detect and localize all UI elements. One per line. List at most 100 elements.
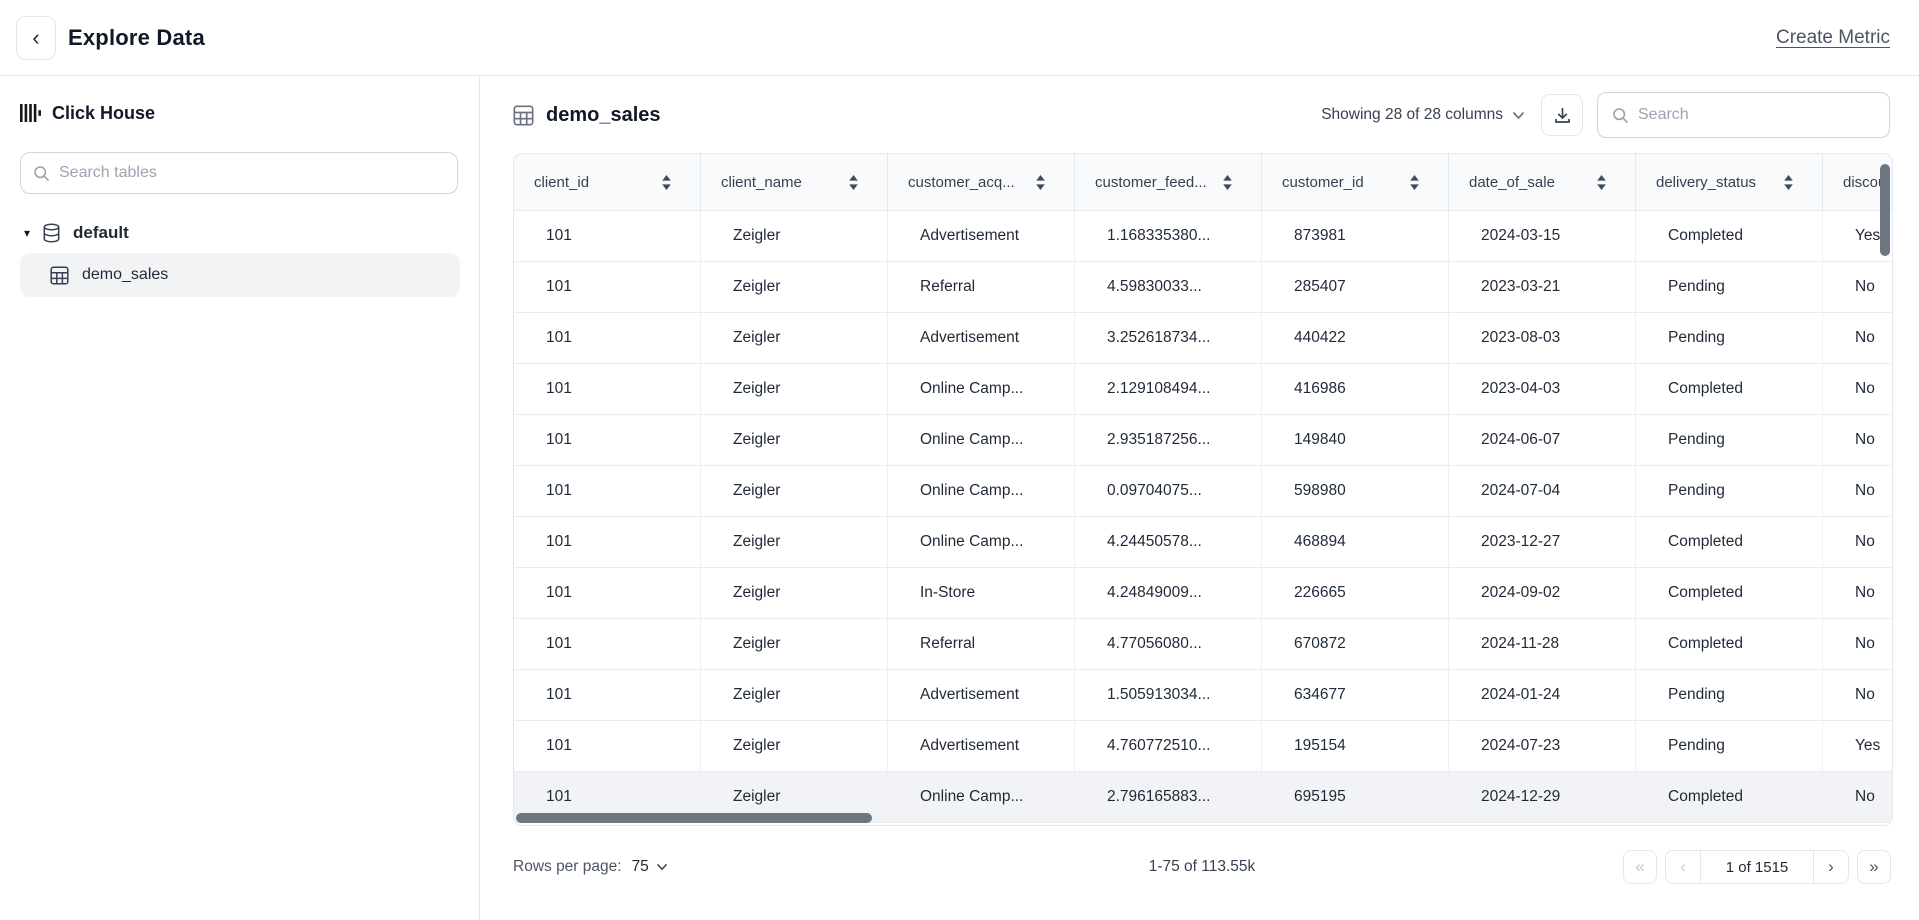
sort-icon <box>848 175 859 190</box>
table-cell: Online Camp... <box>888 772 1075 822</box>
column-header[interactable]: date_of_sale <box>1449 154 1636 210</box>
table-cell: Completed <box>1636 772 1823 822</box>
table-controls: Showing 28 of 28 columns <box>1319 90 1890 140</box>
column-header-label: date_of_sale <box>1469 174 1555 191</box>
sidebar: Click House ▾ default demo_sales <box>0 77 480 920</box>
table-cell: Pending <box>1636 262 1823 312</box>
column-header[interactable]: customer_id <box>1262 154 1449 210</box>
table-cell: No <box>1823 670 1893 720</box>
table-row[interactable]: 101ZeiglerOnline Camp...2.129108494...41… <box>514 364 1892 415</box>
table-cell: Pending <box>1636 466 1823 516</box>
sort-icon <box>1222 175 1233 190</box>
table-cell: 4.24849009... <box>1075 568 1262 618</box>
table-cell: 101 <box>514 211 701 261</box>
table-cell: Pending <box>1636 313 1823 363</box>
sort-icon <box>1596 175 1607 190</box>
column-header-label: delivery_status <box>1656 174 1756 191</box>
pagination: « ‹ 1 of 1515 › » <box>1623 850 1891 884</box>
table-cell: Online Camp... <box>888 415 1075 465</box>
table-row[interactable]: 101ZeiglerOnline Camp...4.24450578...468… <box>514 517 1892 568</box>
table-cell: 2023-04-03 <box>1449 364 1636 414</box>
table-cell: 101 <box>514 670 701 720</box>
table-row[interactable]: 101ZeiglerOnline Camp...0.09704075...598… <box>514 466 1892 517</box>
table-cell: 101 <box>514 568 701 618</box>
table-search-input[interactable] <box>59 164 445 182</box>
table-cell: 2024-07-04 <box>1449 466 1636 516</box>
data-search-input[interactable] <box>1638 106 1875 124</box>
table-cell: Zeigler <box>701 364 888 414</box>
tree-item-table-demo-sales[interactable]: demo_sales <box>20 253 460 297</box>
table-row[interactable]: 101ZeiglerIn-Store4.24849009...226665202… <box>514 568 1892 619</box>
table-cell: 2024-09-02 <box>1449 568 1636 618</box>
table-cell: 2023-03-21 <box>1449 262 1636 312</box>
table-grid-icon <box>513 105 534 126</box>
table-row[interactable]: 101ZeiglerReferral4.77056080...670872202… <box>514 619 1892 670</box>
table-cell: 2024-11-28 <box>1449 619 1636 669</box>
table-cell: 2.129108494... <box>1075 364 1262 414</box>
table-row[interactable]: 101ZeiglerAdvertisement1.168335380...873… <box>514 211 1892 262</box>
table-cell: 149840 <box>1262 415 1449 465</box>
column-header[interactable]: delivery_status <box>1636 154 1823 210</box>
download-icon <box>1553 106 1572 125</box>
table-row[interactable]: 101ZeiglerReferral4.59830033...285407202… <box>514 262 1892 313</box>
table-cell: Pending <box>1636 415 1823 465</box>
table-search-box <box>20 152 458 194</box>
database-icon <box>42 223 61 243</box>
table-cell: 670872 <box>1262 619 1449 669</box>
table-cell: 2024-01-24 <box>1449 670 1636 720</box>
page-stepper: ‹ 1 of 1515 › <box>1665 850 1849 884</box>
previous-page-button[interactable]: ‹ <box>1666 851 1700 883</box>
table-cell: Zeigler <box>701 670 888 720</box>
table-cell: 2.796165883... <box>1075 772 1262 822</box>
table-cell: 1.168335380... <box>1075 211 1262 261</box>
table-cell: 416986 <box>1262 364 1449 414</box>
table-cell: No <box>1823 772 1893 822</box>
column-header-label: customer_feed... <box>1095 174 1207 191</box>
table-cell: 2.935187256... <box>1075 415 1262 465</box>
table-cell: Zeigler <box>701 415 888 465</box>
table-cell: Completed <box>1636 211 1823 261</box>
table-cell: 2023-12-27 <box>1449 517 1636 567</box>
rows-per-page-label: Rows per page: <box>513 858 622 876</box>
table-cell: Referral <box>888 619 1075 669</box>
tree-database-label: default <box>73 223 129 243</box>
next-page-button[interactable]: › <box>1814 851 1848 883</box>
column-header[interactable]: client_id <box>514 154 701 210</box>
page-indicator: 1 of 1515 <box>1700 851 1814 883</box>
rows-per-page-select[interactable]: 75 <box>632 858 668 876</box>
column-header[interactable]: customer_acq... <box>888 154 1075 210</box>
data-grid: client_id client_name customer_acq... cu… <box>513 153 1893 826</box>
table-cell: In-Store <box>888 568 1075 618</box>
back-button[interactable]: ‹ <box>16 16 56 60</box>
create-metric-link[interactable]: Create Metric <box>1776 0 1890 76</box>
column-header-label: client_id <box>534 174 589 191</box>
download-button[interactable] <box>1541 94 1583 136</box>
table-cell: Advertisement <box>888 670 1075 720</box>
table-cell: Pending <box>1636 670 1823 720</box>
rows-per-page: Rows per page: 75 <box>513 858 668 876</box>
rows-per-page-value: 75 <box>632 858 649 876</box>
table-row[interactable]: 101ZeiglerAdvertisement1.505913034...634… <box>514 670 1892 721</box>
chevron-right-icon: › <box>1828 857 1834 877</box>
tree-item-database[interactable]: ▾ default <box>24 216 129 250</box>
table-cell: Advertisement <box>888 721 1075 771</box>
search-icon <box>1612 107 1629 124</box>
column-header[interactable]: customer_feed... <box>1075 154 1262 210</box>
table-row[interactable]: 101ZeiglerAdvertisement3.252618734...440… <box>514 313 1892 364</box>
last-page-button[interactable]: » <box>1857 850 1891 884</box>
columns-dropdown[interactable]: Showing 28 of 28 columns <box>1319 100 1527 130</box>
table-row[interactable]: 101ZeiglerAdvertisement4.760772510...195… <box>514 721 1892 772</box>
table-cell: 226665 <box>1262 568 1449 618</box>
table-cell: No <box>1823 262 1893 312</box>
table-cell: No <box>1823 313 1893 363</box>
table-row[interactable]: 101ZeiglerOnline Camp...2.935187256...14… <box>514 415 1892 466</box>
first-page-button[interactable]: « <box>1623 850 1657 884</box>
table-cell: No <box>1823 568 1893 618</box>
table-cell: 598980 <box>1262 466 1449 516</box>
column-header[interactable]: client_name <box>701 154 888 210</box>
table-cell: No <box>1823 364 1893 414</box>
data-search-box <box>1597 92 1890 138</box>
horizontal-scrollbar[interactable] <box>516 813 872 823</box>
vertical-scrollbar[interactable] <box>1880 164 1890 256</box>
table-cell: 440422 <box>1262 313 1449 363</box>
